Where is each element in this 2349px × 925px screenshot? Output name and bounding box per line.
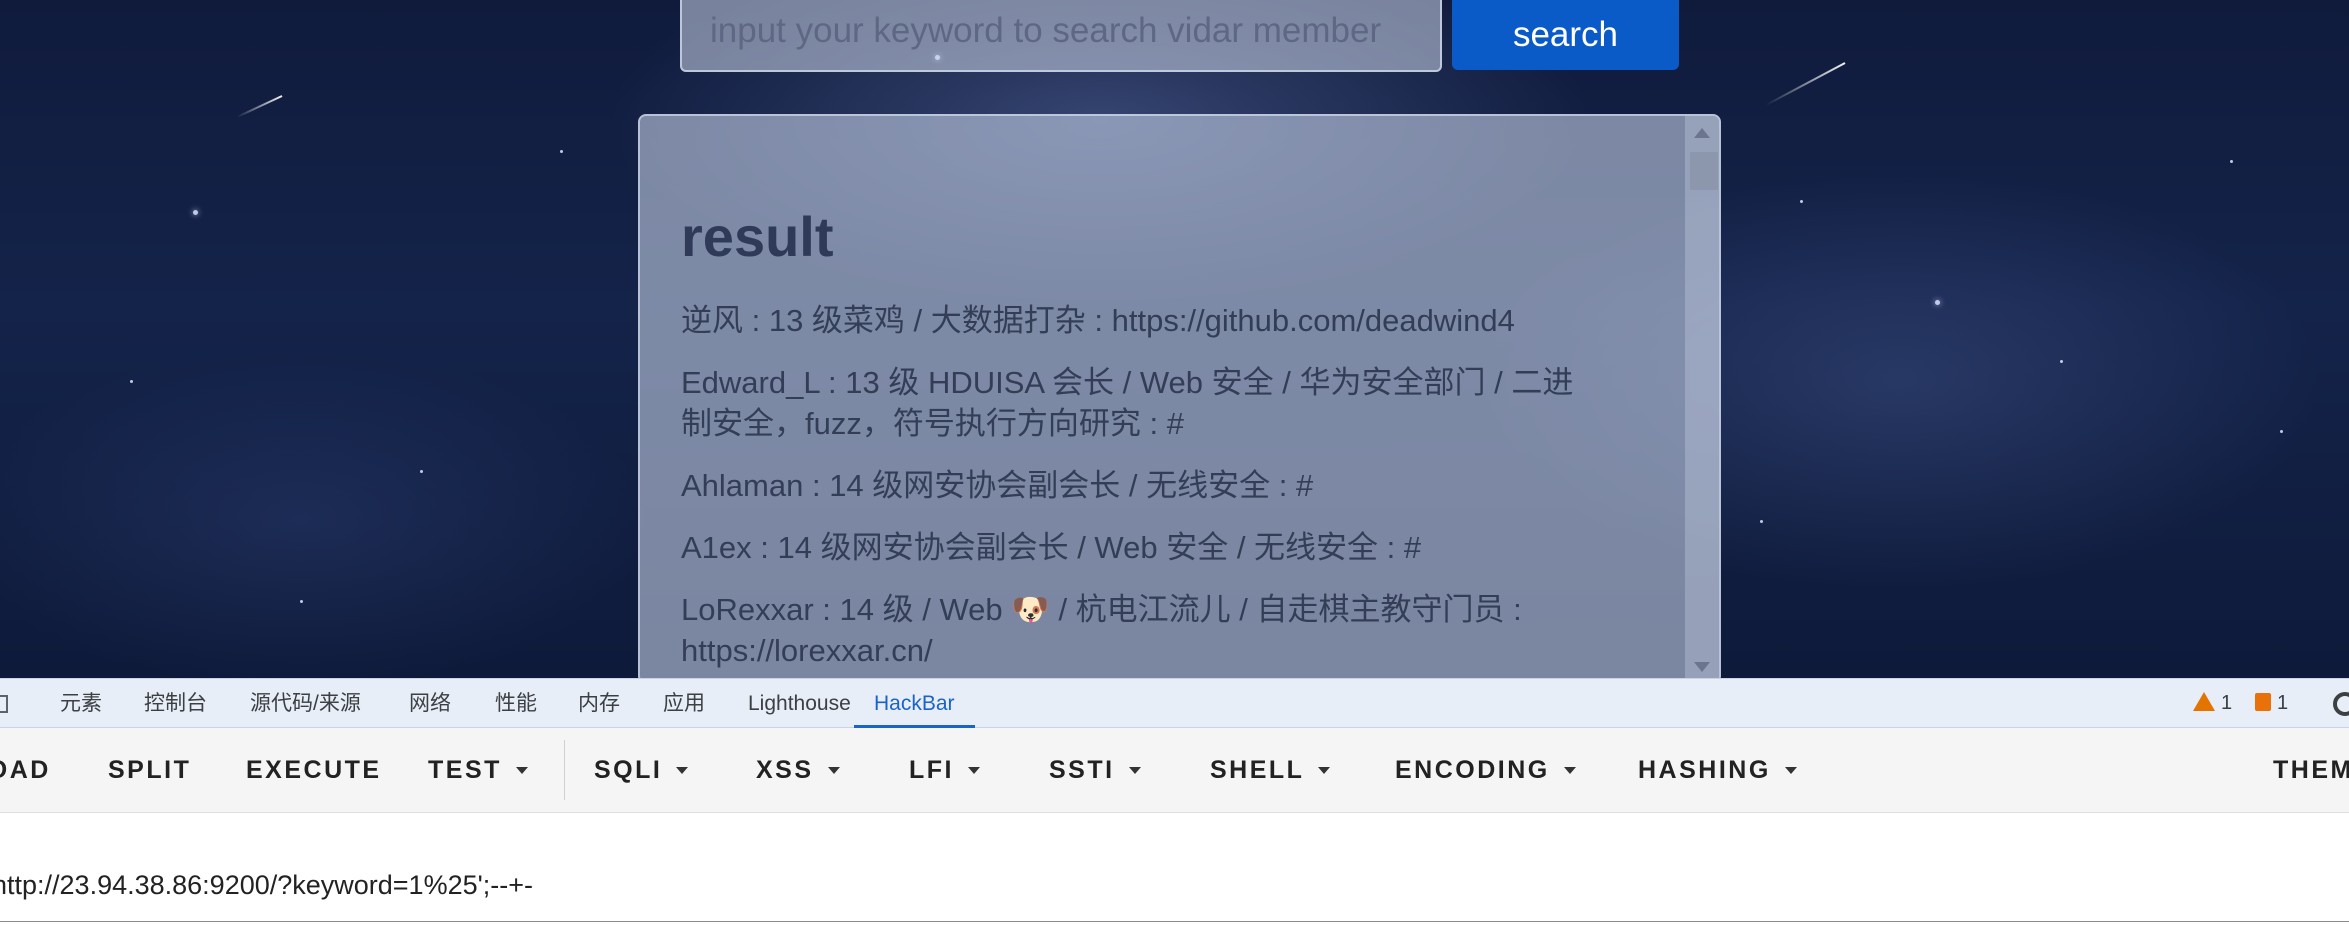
warnings-counter[interactable]: 1 bbox=[2193, 679, 2232, 728]
star-decoration bbox=[300, 600, 303, 603]
split-button[interactable]: SPLIT bbox=[108, 728, 191, 813]
warning-icon bbox=[2193, 692, 2215, 711]
list-item: Edward_L : 13 级 HDUISA 会长 / Web 安全 / 华为安… bbox=[681, 365, 1574, 441]
page-viewport: search result 逆风 : 13 级菜鸡 / 大数据打杂 : http… bbox=[0, 0, 2349, 678]
toolbar-divider bbox=[564, 740, 565, 800]
star-decoration bbox=[420, 470, 423, 473]
chevron-down-icon bbox=[1128, 767, 1141, 774]
meteor-decoration bbox=[1765, 62, 1846, 107]
search-input[interactable] bbox=[680, 0, 1442, 72]
chevron-down-icon bbox=[515, 767, 528, 774]
devtools-tab-bar: 元素 控制台 源代码/来源 网络 性能 内存 应用 Lighthouse Hac… bbox=[0, 678, 2349, 728]
chevron-down-icon bbox=[1318, 767, 1331, 774]
hashing-dropdown[interactable]: HASHING bbox=[1638, 728, 1797, 813]
theme-dropdown[interactable]: THEME bbox=[2273, 728, 2349, 813]
chevron-down-icon bbox=[1563, 767, 1576, 774]
meteor-decoration bbox=[236, 95, 283, 119]
url-editor[interactable]: http://23.94.38.86:9200/?keyword=1%25';-… bbox=[0, 813, 2349, 925]
xss-dropdown[interactable]: XSS bbox=[756, 728, 840, 813]
star-decoration bbox=[2230, 160, 2233, 163]
load-button[interactable]: LOAD bbox=[0, 728, 51, 813]
list-item: Ahlaman : 14 级网安协会副会长 / 无线安全 : # bbox=[681, 468, 1314, 503]
xss-label: XSS bbox=[756, 756, 814, 784]
test-dropdown[interactable]: TEST bbox=[428, 728, 528, 813]
issue-flag-icon bbox=[2255, 693, 2271, 711]
star-decoration bbox=[130, 380, 133, 383]
sqli-label: SQLI bbox=[594, 756, 663, 784]
tab-network[interactable]: 网络 bbox=[409, 679, 451, 728]
url-underline bbox=[0, 921, 2349, 922]
chevron-down-icon bbox=[1784, 767, 1797, 774]
star-decoration bbox=[560, 150, 563, 153]
result-list: 逆风 : 13 级菜鸡 / 大数据打杂 : https://github.com… bbox=[681, 300, 1601, 678]
star-decoration bbox=[193, 210, 198, 215]
tab-hackbar[interactable]: HackBar bbox=[854, 679, 975, 728]
issues-count: 1 bbox=[2277, 692, 2289, 714]
scroll-down-arrow-icon[interactable] bbox=[1694, 662, 1710, 672]
result-title: result bbox=[681, 205, 834, 268]
star-decoration bbox=[1760, 520, 1763, 523]
warnings-count: 1 bbox=[2221, 692, 2233, 714]
star-decoration bbox=[1935, 300, 1940, 305]
encoding-label: ENCODING bbox=[1395, 756, 1550, 784]
tab-performance[interactable]: 性能 bbox=[495, 679, 537, 728]
tab-sources[interactable]: 源代码/来源 bbox=[250, 679, 361, 728]
tab-lighthouse[interactable]: Lighthouse bbox=[748, 679, 851, 728]
chevron-down-icon bbox=[827, 767, 840, 774]
lfi-dropdown[interactable]: LFI bbox=[909, 728, 980, 813]
list-item: 逆风 : 13 级菜鸡 / 大数据打杂 : https://github.com… bbox=[681, 303, 1515, 338]
test-label: TEST bbox=[428, 756, 502, 784]
hashing-label: HASHING bbox=[1638, 756, 1771, 784]
tab-elements[interactable]: 元素 bbox=[60, 679, 102, 728]
scroll-thumb[interactable] bbox=[1690, 152, 1718, 190]
star-decoration bbox=[2060, 360, 2063, 363]
result-panel[interactable]: result 逆风 : 13 级菜鸡 / 大数据打杂 : https://git… bbox=[638, 114, 1721, 678]
sqli-dropdown[interactable]: SQLI bbox=[594, 728, 689, 813]
execute-button[interactable]: EXECUTE bbox=[246, 728, 382, 813]
chevron-down-icon bbox=[968, 767, 980, 774]
result-scrollbar[interactable] bbox=[1685, 116, 1719, 678]
search-button[interactable]: search bbox=[1452, 0, 1679, 70]
list-item: LoRexxar : 14 级 / Web 🐶 / 杭电江流儿 / 自走棋主教守… bbox=[681, 592, 1522, 668]
list-item: A1ex : 14 级网安协会副会长 / Web 安全 / 无线安全 : # bbox=[681, 530, 1422, 565]
panel-layout-icon[interactable] bbox=[0, 695, 8, 713]
issues-counter[interactable]: 1 bbox=[2255, 679, 2288, 728]
hackbar-toolbar: LOAD SPLIT EXECUTE TEST SQLI XSS LFI SST… bbox=[0, 728, 2349, 813]
tab-memory[interactable]: 内存 bbox=[578, 679, 620, 728]
ssti-label: SSTI bbox=[1049, 756, 1115, 784]
url-input[interactable]: http://23.94.38.86:9200/?keyword=1%25';-… bbox=[0, 870, 533, 901]
ssti-dropdown[interactable]: SSTI bbox=[1049, 728, 1141, 813]
shell-dropdown[interactable]: SHELL bbox=[1210, 728, 1331, 813]
shell-label: SHELL bbox=[1210, 756, 1305, 784]
encoding-dropdown[interactable]: ENCODING bbox=[1395, 728, 1576, 813]
gear-icon[interactable] bbox=[2333, 692, 2349, 716]
tab-console[interactable]: 控制台 bbox=[144, 679, 207, 728]
star-decoration bbox=[2280, 430, 2283, 433]
tab-application[interactable]: 应用 bbox=[663, 679, 705, 728]
lfi-label: LFI bbox=[909, 756, 954, 784]
chevron-down-icon bbox=[676, 767, 689, 774]
star-decoration bbox=[1800, 200, 1803, 203]
scroll-up-arrow-icon[interactable] bbox=[1694, 128, 1710, 138]
